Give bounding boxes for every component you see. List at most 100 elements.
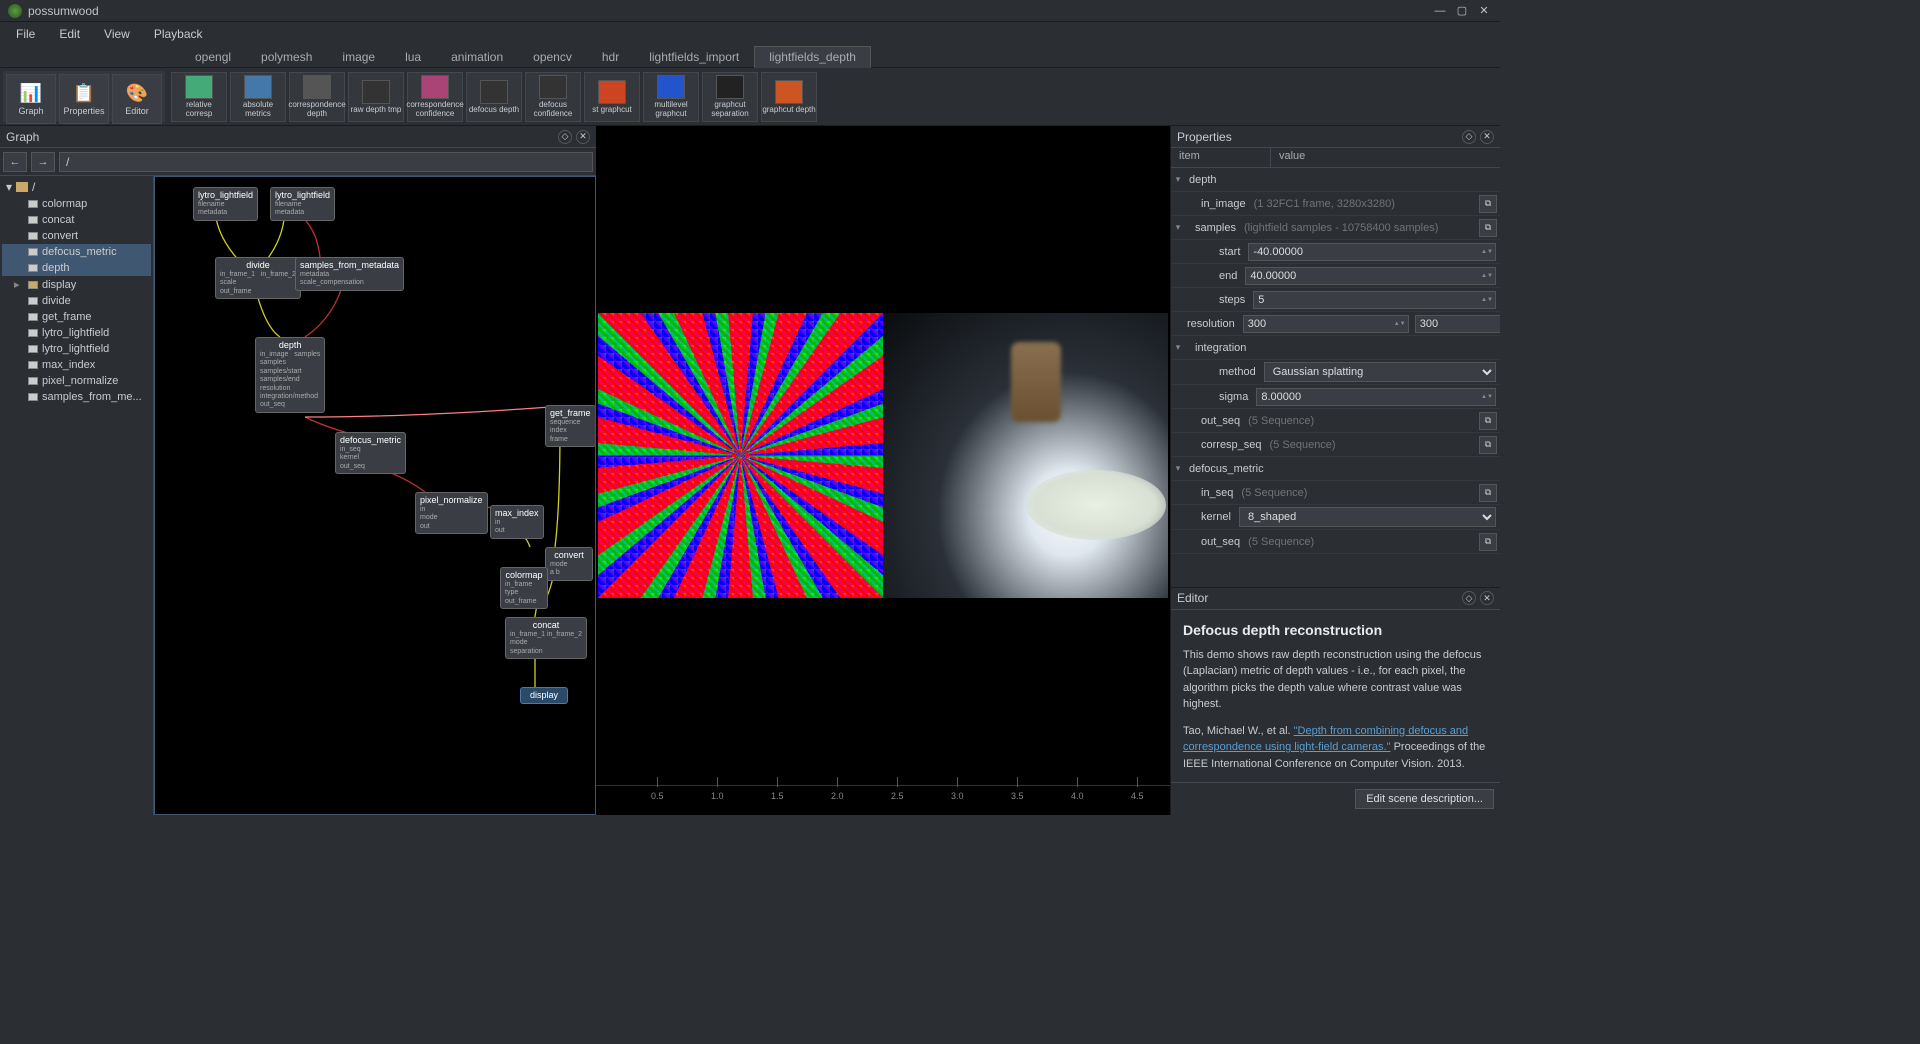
link-icon[interactable]: ⧉ (1479, 219, 1497, 237)
tool-absolute-metrics[interactable]: absolute metrics (230, 72, 286, 122)
end-input[interactable] (1246, 268, 1481, 284)
spinner-icon[interactable]: ▲▼ (1481, 394, 1495, 400)
node-samples-from-metadata[interactable]: samples_from_metadatametadatascale_compe… (295, 257, 404, 291)
menu-edit[interactable]: Edit (47, 24, 92, 44)
link-icon[interactable]: ⧉ (1479, 195, 1497, 213)
tab-hdr[interactable]: hdr (587, 46, 634, 68)
tab-opencv[interactable]: opencv (518, 46, 587, 68)
tree-item-lytro_lightfield[interactable]: lytro_lightfield (2, 325, 151, 341)
close-panel-icon[interactable]: ✕ (1480, 591, 1494, 605)
tree-item-divide[interactable]: divide (2, 293, 151, 309)
node-icon (28, 200, 38, 208)
link-icon[interactable]: ⧉ (1479, 484, 1497, 502)
tool-graphcut-depth[interactable]: graphcut depth (761, 72, 817, 122)
editor-paragraph: This demo shows raw depth reconstruction… (1183, 647, 1488, 713)
mode-editor[interactable]: 🎨Editor (112, 74, 162, 124)
tree-item-max_index[interactable]: max_index (2, 357, 151, 373)
tab-polymesh[interactable]: polymesh (246, 46, 327, 68)
node-get-frame[interactable]: get_framesequenceindexframe (545, 405, 596, 447)
tool-multilevel-graphcut[interactable]: multilevel graphcut (643, 72, 699, 122)
node-pixel-normalize[interactable]: pixel_normalizeinmodeout (415, 492, 488, 534)
tab-lua[interactable]: lua (390, 46, 436, 68)
minimize-button[interactable]: — (1432, 3, 1448, 19)
detach-icon[interactable]: ◇ (558, 130, 572, 144)
menu-file[interactable]: File (4, 24, 47, 44)
mode-properties[interactable]: 📋Properties (59, 74, 109, 124)
spinner-icon[interactable]: ▲▼ (1481, 273, 1495, 279)
close-panel-icon[interactable]: ✕ (1480, 130, 1494, 144)
tool-graphcut-separation[interactable]: graphcut separation (702, 72, 758, 122)
detach-icon[interactable]: ◇ (1462, 591, 1476, 605)
tab-opengl[interactable]: opengl (180, 46, 246, 68)
tab-animation[interactable]: animation (436, 46, 518, 68)
chevron-down-icon[interactable]: ▾ (1171, 342, 1185, 353)
spinner-icon[interactable]: ▲▼ (1481, 249, 1495, 255)
graph-panel-header: Graph ◇ ✕ (0, 126, 596, 148)
tree-item-colormap[interactable]: colormap (2, 196, 151, 212)
node-depth[interactable]: depthin_image samplessamplessamples/star… (255, 337, 325, 413)
steps-input[interactable] (1254, 292, 1481, 308)
tab-lightfields_depth[interactable]: lightfields_depth (754, 46, 871, 68)
tree-item-display[interactable]: ▸display (2, 276, 151, 293)
chevron-down-icon[interactable]: ▾ (1171, 222, 1185, 233)
node-icon (28, 248, 38, 256)
tool-raw-depth-tmp[interactable]: raw depth tmp (348, 72, 404, 122)
tree-item-lytro_lightfield[interactable]: lytro_lightfield (2, 341, 151, 357)
detach-icon[interactable]: ◇ (1462, 130, 1476, 144)
tree-item-get_frame[interactable]: get_frame (2, 309, 151, 325)
method-select[interactable]: Gaussian splatting (1264, 362, 1496, 382)
tool-st-graphcut[interactable]: st graphcut (584, 72, 640, 122)
link-icon[interactable]: ⧉ (1479, 533, 1497, 551)
tool-defocus-depth[interactable]: defocus depth (466, 72, 522, 122)
tree-item-depth[interactable]: depth (2, 260, 151, 276)
tree-item-pixel_normalize[interactable]: pixel_normalize (2, 373, 151, 389)
breadcrumb[interactable]: / (59, 152, 593, 172)
tree-item-samples_from_me...[interactable]: samples_from_me... (2, 389, 151, 405)
nav-back-button[interactable]: ← (3, 152, 27, 172)
node-max-index[interactable]: max_indexinout (490, 505, 544, 539)
node-concat[interactable]: concatin_frame_1 in_frame_2modeseparatio… (505, 617, 587, 659)
nav-forward-button[interactable]: → (31, 152, 55, 172)
start-input[interactable] (1249, 244, 1481, 260)
chevron-down-icon[interactable]: ▾ (1171, 463, 1185, 474)
chevron-down-icon[interactable]: ▾ (1171, 174, 1185, 185)
spinner-icon[interactable]: ▲▼ (1481, 297, 1495, 303)
node-tree[interactable]: ▾ / colormapconcatconvertdefocus_metricd… (0, 176, 154, 815)
edit-description-button[interactable]: Edit scene description... (1355, 789, 1494, 809)
node-display[interactable]: display (520, 687, 568, 704)
node-lytro-lightfield-2[interactable]: lytro_lightfieldfilenamemetadata (270, 187, 335, 221)
tree-item-concat[interactable]: concat (2, 212, 151, 228)
tool-correspondence-confidence[interactable]: correspondence confidence (407, 72, 463, 122)
spinner-icon[interactable]: ▲▼ (1394, 321, 1408, 327)
tool-defocus-confidence[interactable]: defocus confidence (525, 72, 581, 122)
maximize-button[interactable]: ▢ (1454, 3, 1470, 19)
tree-item-defocus_metric[interactable]: defocus_metric (2, 244, 151, 260)
link-icon[interactable]: ⧉ (1479, 436, 1497, 454)
tree-root[interactable]: ▾ / (2, 178, 151, 196)
viewport[interactable]: 0.51.01.52.02.53.03.54.04.5 (596, 126, 1170, 815)
link-icon[interactable]: ⧉ (1479, 412, 1497, 430)
resolution-y-input[interactable] (1416, 316, 1500, 332)
graph-canvas[interactable]: lytro_lightfieldfilenamemetadata lytro_l… (154, 176, 596, 815)
tool-relative-corresp[interactable]: relative corresp (171, 72, 227, 122)
tab-lightfields_import[interactable]: lightfields_import (634, 46, 754, 68)
node-defocus-metric[interactable]: defocus_metricin_seqkernelout_seq (335, 432, 406, 474)
tool-correspondence-depth[interactable]: correspondence depth (289, 72, 345, 122)
node-lytro-lightfield-1[interactable]: lytro_lightfieldfilenamemetadata (193, 187, 258, 221)
node-divide[interactable]: dividein_frame_1 in_frame_2scaleout_fram… (215, 257, 301, 299)
tree-item-convert[interactable]: convert (2, 228, 151, 244)
titlebar: possumwood — ▢ ✕ (0, 0, 1500, 22)
menu-playback[interactable]: Playback (142, 24, 215, 44)
close-panel-icon[interactable]: ✕ (576, 130, 590, 144)
tab-image[interactable]: image (327, 46, 390, 68)
mode-graph[interactable]: 📊Graph (6, 74, 56, 124)
node-colormap[interactable]: colormapin_frametypeout_frame (500, 567, 548, 609)
node-convert[interactable]: convertmodea b (545, 547, 593, 581)
editor-heading: Defocus depth reconstruction (1183, 620, 1488, 641)
resolution-x-input[interactable] (1244, 316, 1394, 332)
close-button[interactable]: ✕ (1476, 3, 1492, 19)
timeline[interactable]: 0.51.01.52.02.53.03.54.04.5 (596, 785, 1170, 815)
kernel-select[interactable]: 8_shaped (1239, 507, 1496, 527)
menu-view[interactable]: View (92, 24, 142, 44)
sigma-input[interactable] (1257, 389, 1481, 405)
